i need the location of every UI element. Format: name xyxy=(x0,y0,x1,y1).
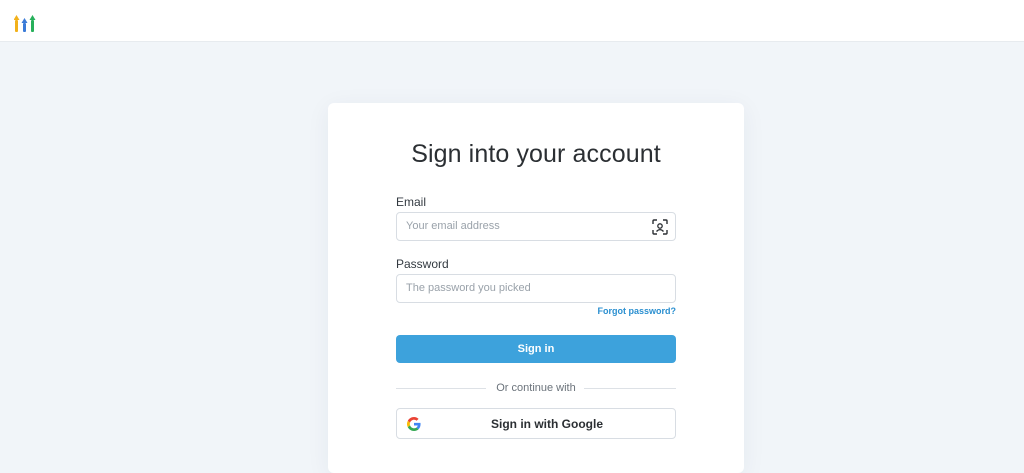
top-bar xyxy=(0,0,1024,42)
forgot-password-link[interactable]: Forgot password? xyxy=(560,306,677,316)
password-label: Password xyxy=(396,257,449,271)
google-signin-label: Sign in with Google xyxy=(491,417,603,431)
password-placeholder: The password you picked xyxy=(406,282,531,294)
sign-in-button[interactable]: Sign in xyxy=(396,335,676,363)
divider-text: Or continue with xyxy=(496,382,576,394)
email-placeholder: Your email address xyxy=(406,220,500,232)
divider-right xyxy=(584,388,676,389)
page-title: Sign into your account xyxy=(411,140,661,168)
google-signin-button[interactable]: Sign in with Google xyxy=(396,408,676,439)
scan-icon[interactable] xyxy=(652,219,668,235)
email-label: Email xyxy=(396,195,427,209)
divider-left xyxy=(396,388,486,389)
gofundme-logo-icon[interactable] xyxy=(14,12,36,34)
email-field[interactable]: Your email address xyxy=(396,212,676,241)
password-field[interactable]: The password you picked xyxy=(396,274,676,303)
